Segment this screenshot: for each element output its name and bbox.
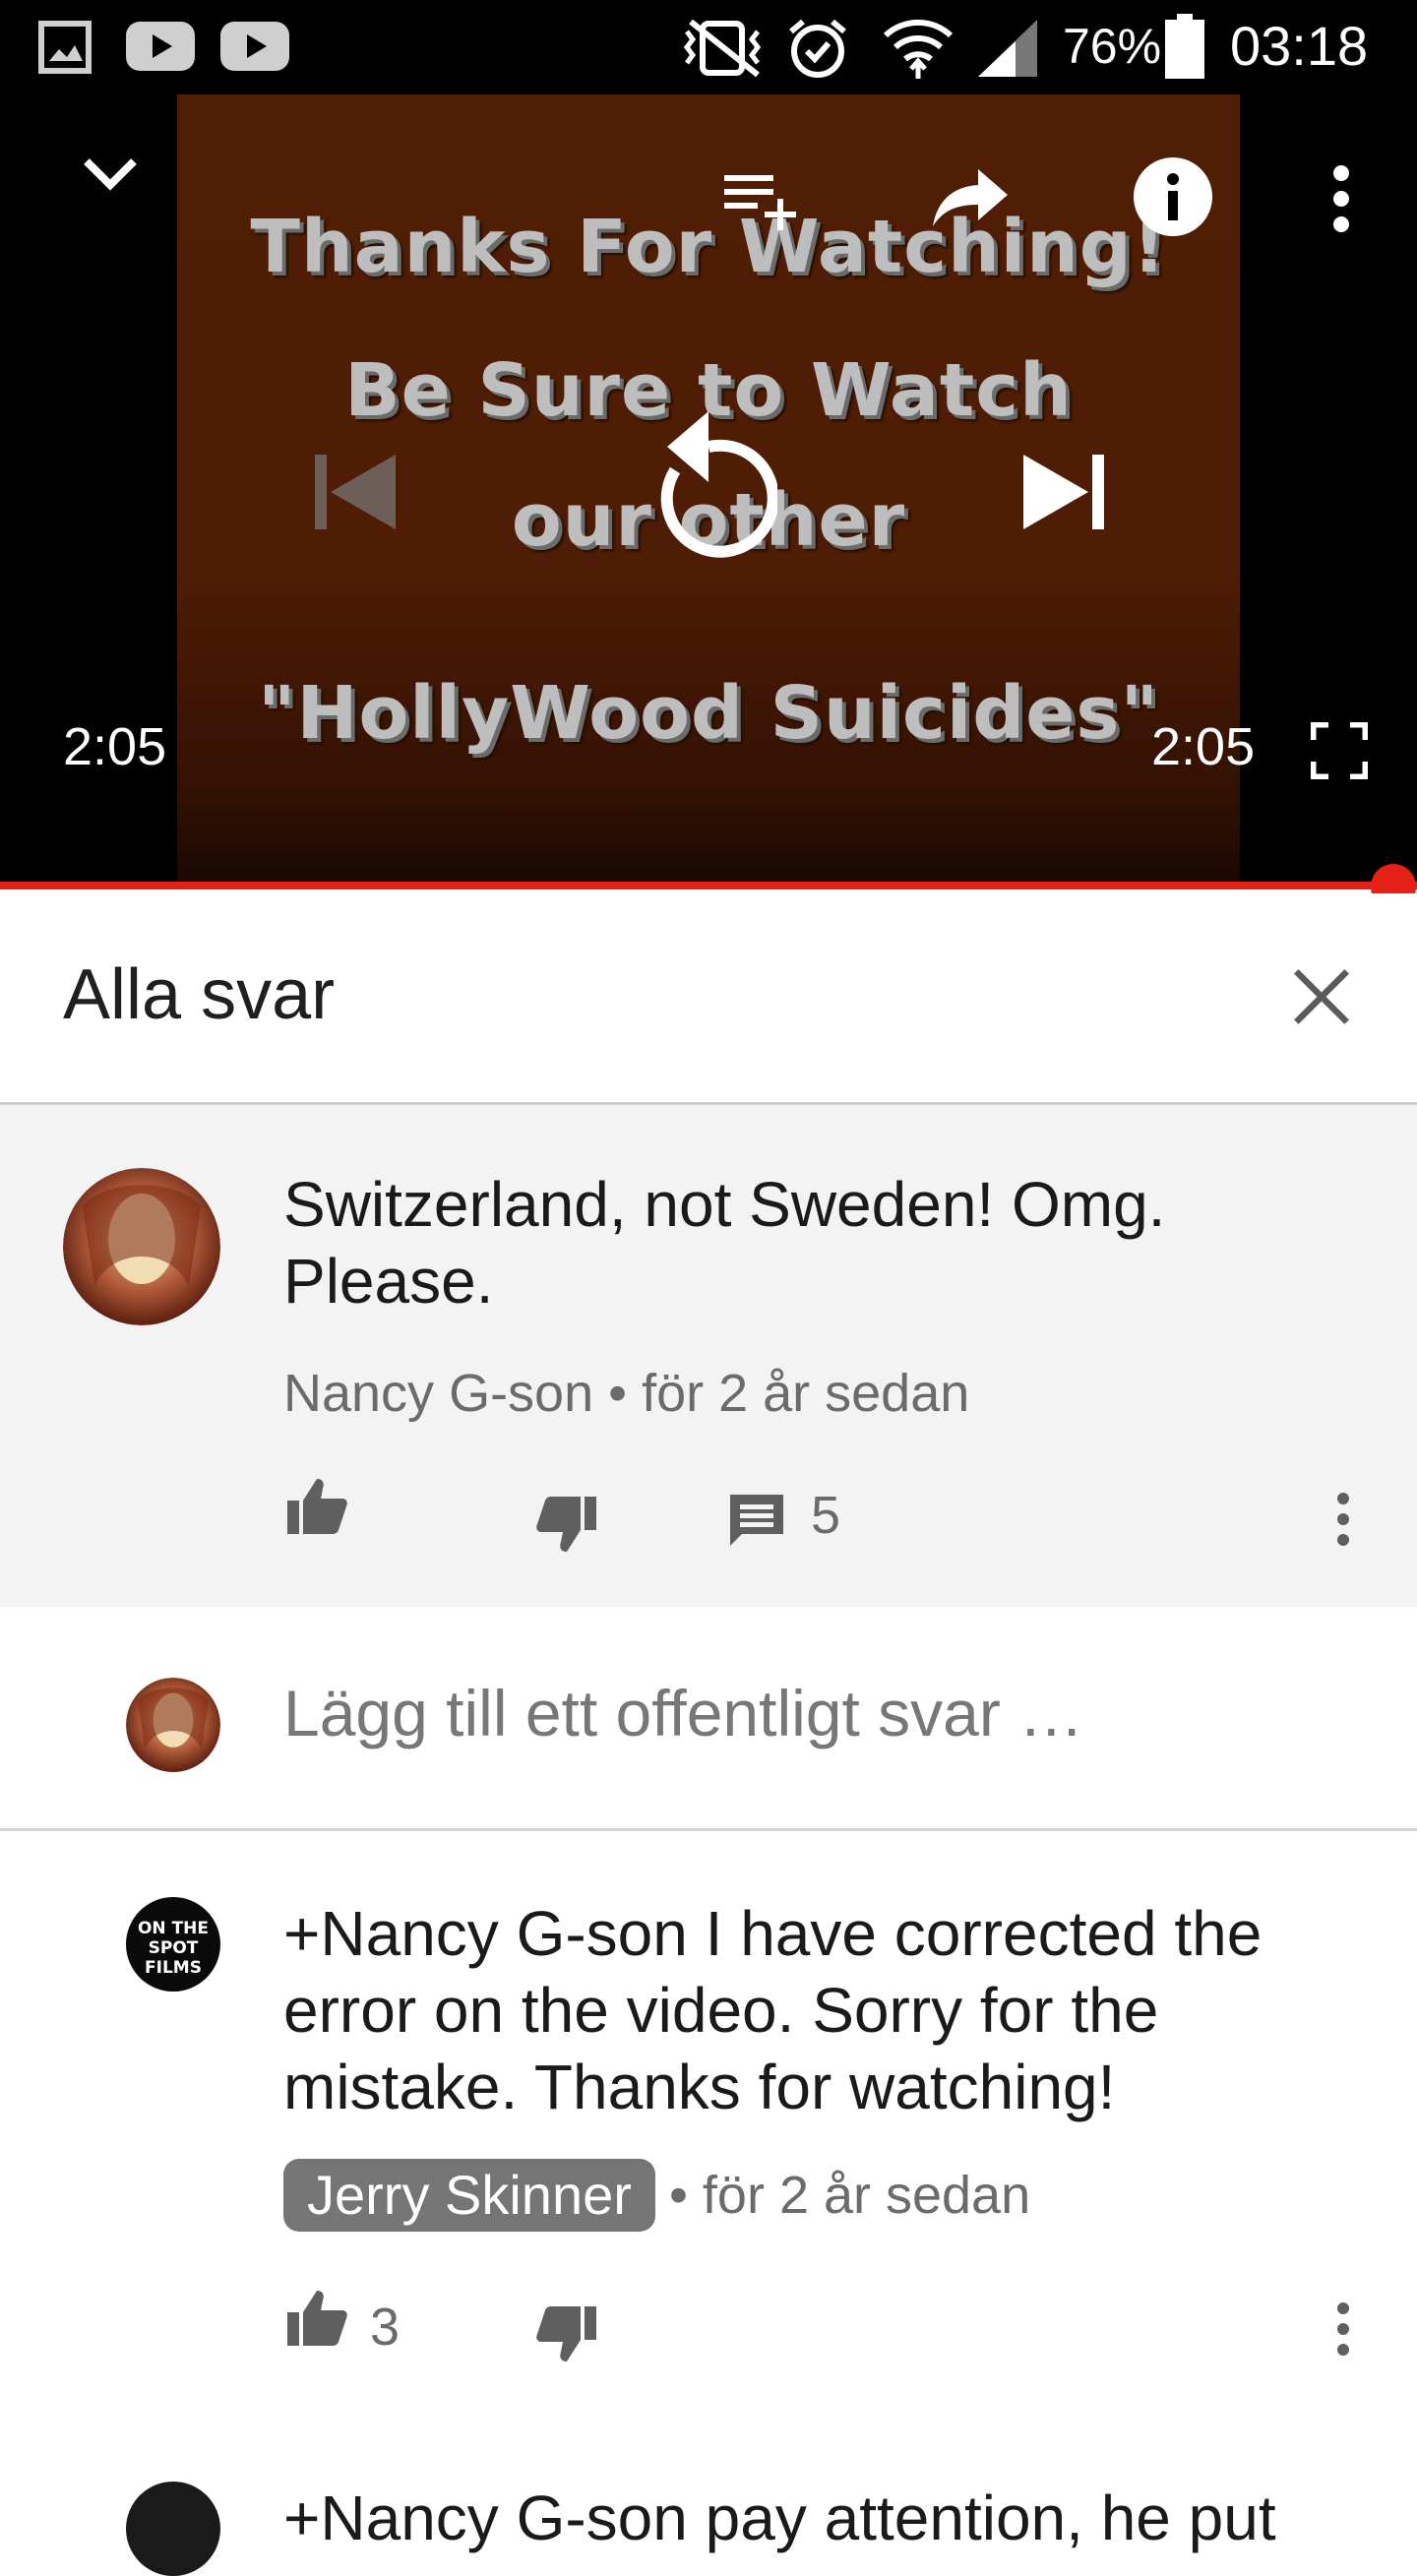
next-icon[interactable] — [1021, 453, 1106, 531]
vibrate-mute-icon — [683, 19, 762, 78]
comment-more-icon[interactable] — [1334, 1491, 1352, 1548]
signal-icon — [978, 20, 1037, 77]
panel-title: Alla svar — [63, 955, 336, 1034]
reply-comment-icon[interactable] — [728, 1493, 785, 1548]
wifi-icon — [883, 19, 954, 79]
meta-separator: • — [669, 2166, 703, 2225]
thumbs-up-icon[interactable] — [285, 1477, 348, 1536]
minimize-chevron-icon[interactable] — [79, 153, 142, 193]
add-to-playlist-icon[interactable] — [722, 169, 805, 232]
thumbs-up-icon[interactable] — [285, 2289, 348, 2348]
comment-text: Switzerland, not Sweden! Omg. Please. — [283, 1169, 1166, 1317]
status-bar: 76% 03:18 — [0, 0, 1417, 94]
youtube-icon — [220, 22, 289, 71]
avatar[interactable] — [63, 1168, 220, 1325]
previous-icon[interactable] — [313, 453, 398, 531]
thumbs-down-icon[interactable] — [535, 2304, 598, 2363]
reply-age: för 2 år sedan — [702, 2166, 1031, 2225]
avatar[interactable] — [126, 2482, 220, 2576]
reply-meta: • för 2 år sedan — [669, 2165, 1030, 2226]
reply-author-chip[interactable]: Jerry Skinner — [283, 2159, 655, 2232]
more-vert-icon[interactable] — [1326, 163, 1356, 234]
avatar-text: ON THE SPOT FILMS — [137, 1919, 210, 1978]
progress-bar[interactable] — [0, 882, 1417, 889]
avatar — [126, 1678, 220, 1772]
youtube-icon — [126, 22, 195, 71]
video-player[interactable]: Thanks For Watching! Be Sure to Watch ou… — [0, 94, 1417, 886]
thumbs-down-icon[interactable] — [535, 1495, 598, 1554]
comment-author[interactable]: Nancy G-son — [283, 1364, 593, 1423]
avatar[interactable]: ON THE SPOT FILMS — [126, 1897, 220, 1992]
current-time: 2:05 — [63, 717, 167, 776]
reply-input[interactable]: Lägg till ett offentligt svar … — [283, 1676, 1083, 1750]
meta-separator: • — [608, 1364, 643, 1423]
duration: 2:05 — [1151, 717, 1256, 776]
gallery-icon — [38, 21, 92, 74]
like-count: 3 — [370, 2298, 400, 2357]
share-icon[interactable] — [931, 165, 1010, 228]
replay-icon[interactable] — [640, 401, 777, 569]
alarm-icon — [789, 19, 846, 78]
parent-comment: Switzerland, not Sweden! Omg. Please. Na… — [0, 1105, 1417, 1607]
battery-percent: 76% — [1063, 19, 1162, 74]
progress-fill — [0, 882, 1417, 889]
reply-count: 5 — [811, 1486, 841, 1545]
replies-header: Alla svar — [0, 893, 1417, 1105]
comment-meta: Nancy G-son • för 2 år sedan — [283, 1363, 969, 1424]
battery-icon — [1165, 14, 1204, 79]
reply-input-row[interactable]: Lägg till ett offentligt svar … — [0, 1607, 1417, 1831]
clock: 03:18 — [1230, 15, 1369, 77]
reply-text: +Nancy G-son I have corrected the error … — [283, 1898, 1263, 2122]
close-icon[interactable] — [1289, 964, 1354, 1029]
comment-more-icon[interactable] — [1334, 2300, 1352, 2358]
fullscreen-icon[interactable] — [1311, 722, 1368, 779]
comment-age: för 2 år sedan — [642, 1364, 970, 1423]
reply-text: +Nancy G-son pay attention, he put — [283, 2483, 1276, 2553]
info-icon[interactable] — [1132, 155, 1214, 238]
